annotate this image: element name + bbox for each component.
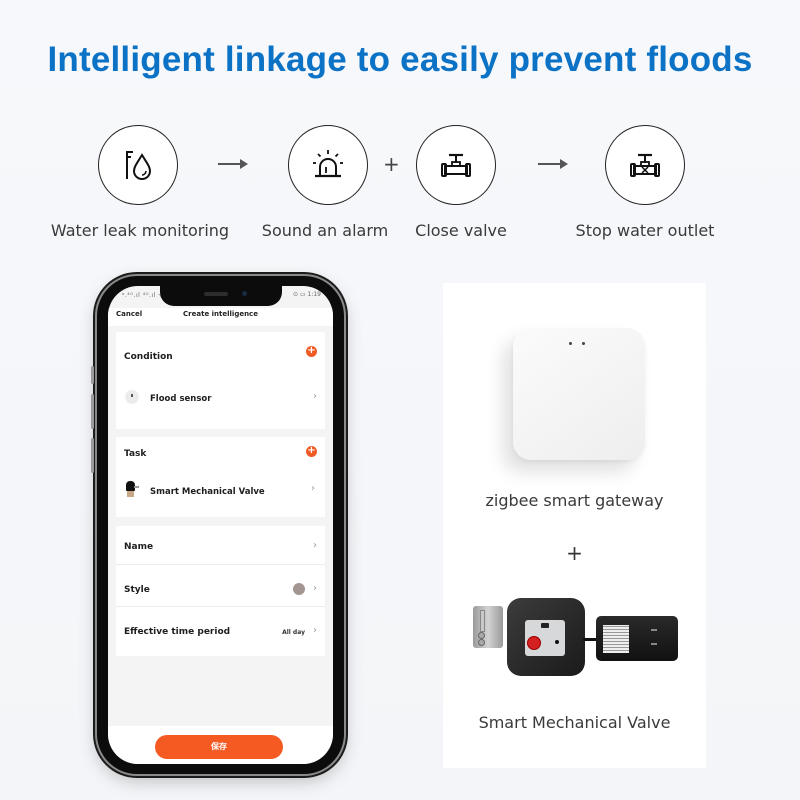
product-panel: zigbee smart gateway + Smart Mechanical … [443, 283, 706, 768]
task-card: Task + Smart Mechanical Valve › [116, 437, 325, 517]
chevron-right-icon: › [311, 483, 315, 494]
front-camera [242, 291, 247, 296]
effective-time-value: All day [282, 629, 305, 636]
plus-sign: + [566, 541, 583, 565]
speaker [204, 292, 228, 296]
arrow-connector [538, 159, 568, 169]
flood-sensor-label: Flood sensor [150, 394, 212, 404]
step-close-valve [416, 125, 496, 205]
task-label: Task [124, 449, 147, 459]
divider [116, 564, 325, 565]
step-label-close-valve: Close valve [415, 221, 507, 240]
volume-down-button [91, 438, 94, 473]
phone-mockup: ᵃ.⁴ᴳ.ıl ⁴ᴳ.ıl ᯤ ⊙ ▭ 1:19 Cancel Create i… [91, 276, 344, 774]
valve-bracket [473, 606, 503, 648]
plus-connector: + [383, 152, 400, 176]
step-label-alarm: Sound an alarm [261, 221, 389, 240]
status-bar-signal: ᵃ.⁴ᴳ.ıl ⁴ᴳ.ıl ᯤ [122, 292, 165, 299]
gateway-caption: zigbee smart gateway [485, 491, 664, 510]
valve-icon [441, 153, 471, 177]
condition-label: Condition [124, 352, 173, 362]
smart-valve-image [463, 596, 693, 686]
notch [160, 286, 282, 306]
step-label-water-leak: Water leak monitoring [50, 221, 230, 240]
gateway-led [582, 342, 585, 345]
valve-closed-icon [630, 153, 660, 177]
zigbee-gateway-image [513, 328, 645, 460]
smart-valve-label: Smart Mechanical Valve [150, 487, 265, 497]
style-label: Style [124, 585, 150, 595]
status-bar-time: ⊙ ▭ 1:19 [293, 291, 321, 298]
gateway-led [569, 342, 572, 345]
power-button-icon [528, 637, 540, 649]
chevron-right-icon: › [313, 540, 317, 551]
step-stop-water [605, 125, 685, 205]
add-task-button[interactable]: + [306, 446, 317, 457]
valve-panel [525, 620, 565, 656]
valve-caption: Smart Mechanical Valve [478, 713, 671, 732]
alarm-light-icon [313, 150, 343, 178]
screen-title: Create intelligence [183, 310, 258, 318]
power-adapter [596, 616, 678, 661]
headline: Intelligent linkage to easily prevent fl… [47, 40, 753, 79]
save-button[interactable]: 保存 [155, 735, 283, 759]
add-condition-button[interactable]: + [306, 346, 317, 357]
name-label: Name [124, 542, 154, 552]
step-alarm [288, 125, 368, 205]
chevron-right-icon: › [313, 391, 317, 402]
water-leak-sensor-icon [126, 151, 152, 180]
step-label-stop-water: Stop water outlet [575, 221, 715, 240]
divider [116, 606, 325, 607]
style-color-swatch [293, 583, 305, 595]
phone-screen: ᵃ.⁴ᴳ.ıl ⁴ᴳ.ıl ᯤ ⊙ ▭ 1:19 Cancel Create i… [108, 286, 333, 764]
effective-time-label: Effective time period [124, 627, 231, 637]
mute-switch [91, 366, 94, 384]
adapter-label [603, 625, 629, 653]
chevron-right-icon: › [313, 625, 317, 636]
valve-cable [583, 638, 597, 641]
valve-body [507, 598, 585, 676]
volume-up-button [91, 394, 94, 429]
arrow-connector [218, 159, 248, 169]
step-water-leak [98, 125, 178, 205]
flood-sensor-icon [126, 390, 138, 402]
valve-device-icon [124, 481, 139, 501]
condition-card: Condition + Flood sensor › [116, 332, 325, 429]
settings-card: Name › Style › Effective time period All… [116, 526, 325, 656]
chevron-right-icon: › [313, 583, 317, 594]
